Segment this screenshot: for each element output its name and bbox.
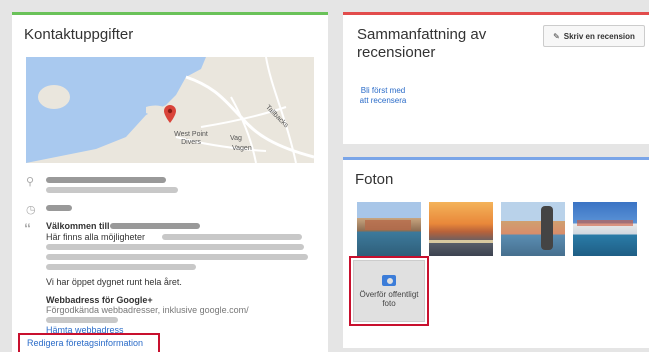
web-heading: Webbadress för Google+ [46,295,153,305]
redacted-url [46,317,118,323]
redacted-text [46,244,304,250]
map-street-label: Vagen [232,145,252,152]
welcome-heading: Välkommen till [46,221,110,231]
map[interactable]: West Point Divers Vag Vagen Tallbacks [26,57,314,163]
contact-card: Kontaktuppgifter West Point Divers Vag V… [12,12,328,352]
photos-card: Foton Överför offentligt foto [343,157,649,348]
quote-icon: “ [24,220,31,236]
be-first-review-link[interactable]: Bli först med att recensera [357,86,409,106]
redacted-text [162,234,302,240]
redacted-address [46,187,178,193]
photo-thumbnail[interactable] [501,202,565,256]
photo-thumbnail[interactable] [357,202,421,256]
redacted-text [46,264,196,270]
photos-title: Foton [355,171,394,188]
pencil-icon: ✎ [553,31,560,41]
web-desc: Förgodkända webbadresser, inklusive goog… [46,305,249,315]
reviews-card: Sammanfattning av recensioner ✎ Skriv en… [343,12,649,144]
upload-photo-button[interactable]: Överför offentligt foto [353,260,425,322]
map-street-label: Vag [230,135,242,142]
open-hours-text: Vi har öppet dygnet runt hela året. [46,277,182,287]
write-review-button[interactable]: ✎ Skriv en recension [543,25,645,47]
photo-thumbnail[interactable] [573,202,637,256]
write-review-label: Skriv en recension [563,31,635,41]
location-pin-icon: ⚲ [26,176,35,188]
upload-label: Överför offentligt foto [359,289,419,308]
redacted-address [46,177,166,183]
photo-thumbnail[interactable] [429,202,493,256]
redacted-name [110,223,200,229]
edit-business-info-link[interactable]: Redigera företagsinformation [27,338,143,348]
map-marker-icon[interactable] [164,105,176,123]
reviews-title: Sammanfattning av recensioner [357,26,487,61]
redacted-text [46,254,308,260]
camera-icon [382,274,396,286]
contact-title: Kontaktuppgifter [24,26,134,43]
redacted-hours [46,205,72,211]
map-place-label: West Point Divers [174,131,208,146]
welcome-text: Här finns alla möjligheter [46,232,146,242]
clock-icon: ◷ [26,204,36,216]
